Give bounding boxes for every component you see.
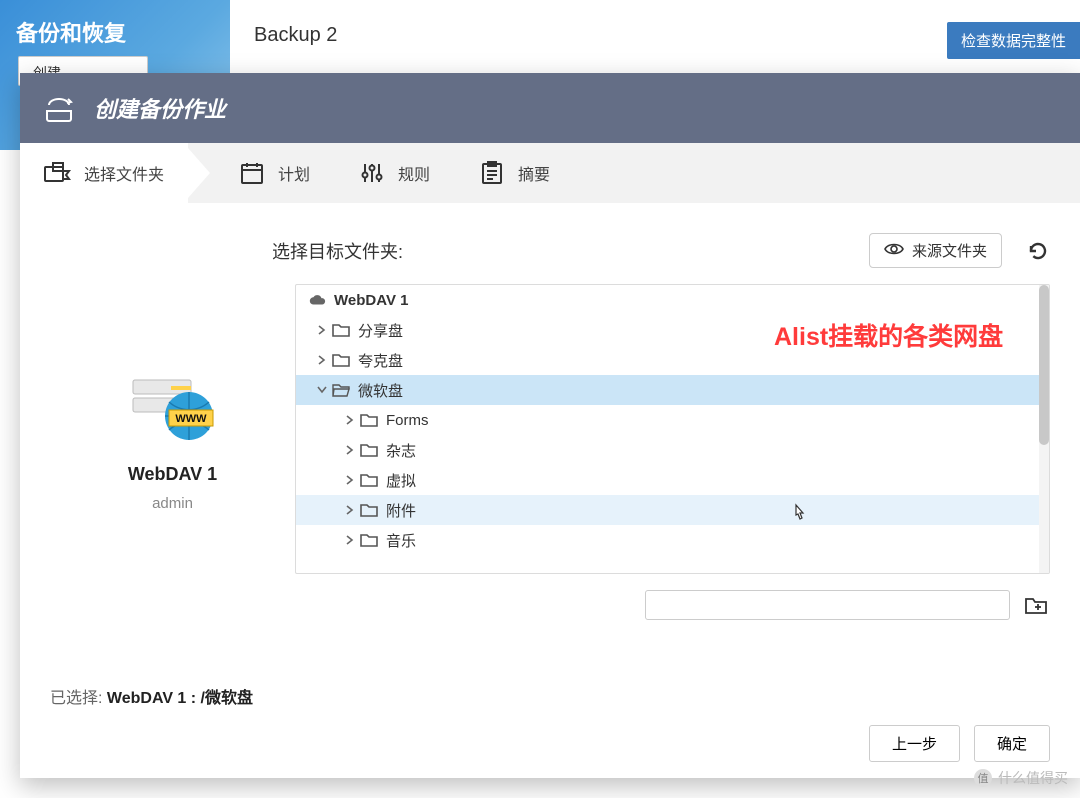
step-rules[interactable]: 规则 (334, 143, 454, 203)
step-schedule-label: 计划 (278, 161, 310, 185)
eye-icon (884, 242, 904, 260)
tree-item-label: 虚拟 (386, 470, 416, 491)
chevron-right-icon[interactable] (316, 324, 328, 336)
tree-item-label: 夸克盘 (358, 350, 403, 371)
app-title: 备份和恢复 (16, 16, 214, 48)
task-name: Backup 2 (254, 24, 1056, 47)
sliders-icon (358, 161, 386, 185)
cloud-icon (308, 291, 326, 309)
folder-open-icon (332, 381, 350, 399)
tree-item-label: 微软盘 (358, 380, 403, 401)
selected-label: 已选择: (50, 690, 107, 707)
path-row (295, 590, 1050, 628)
tree-row[interactable]: 微软盘 (296, 375, 1049, 405)
folder-icon (332, 321, 350, 339)
dialog-footer: 上一步 确定 (20, 708, 1080, 778)
tree-item-label: 附件 (386, 500, 416, 521)
path-input[interactable] (645, 590, 1010, 620)
ok-button[interactable]: 确定 (974, 725, 1050, 762)
step-folder[interactable]: 选择文件夹 (20, 143, 188, 203)
tree-row[interactable]: 附件 (296, 495, 1049, 525)
selected-path-row: 已选择: WebDAV 1 : /微软盘 (50, 684, 1050, 708)
body-content: WWW WebDAV 1 admin WebDAV 1 分享盘夸克盘微软盘 Form… (50, 284, 1050, 628)
backup-header-icon (40, 89, 78, 127)
chevron-right-icon[interactable] (316, 354, 328, 366)
scrollbar-thumb[interactable] (1039, 285, 1049, 445)
tree-row[interactable]: 虚拟 (296, 465, 1049, 495)
chevron-right-icon[interactable] (344, 474, 356, 486)
dialog-title: 创建备份作业 (94, 92, 226, 124)
body-top-row: 选择目标文件夹: 来源文件夹 (50, 233, 1050, 268)
folder-icon (360, 471, 378, 489)
source-folder-button[interactable]: 来源文件夹 (869, 233, 1002, 268)
chevron-right-icon[interactable] (344, 444, 356, 456)
chevron-right-icon[interactable] (344, 534, 356, 546)
dialog-body: 选择目标文件夹: 来源文件夹 (20, 203, 1080, 708)
check-integrity-button[interactable]: 检查数据完整性 (947, 22, 1080, 59)
wizard-steps: 选择文件夹 计划 规则 摘要 (20, 143, 1080, 203)
chevron-right-icon[interactable] (344, 504, 356, 516)
tree-item-label: 音乐 (386, 530, 416, 551)
step-rules-label: 规则 (398, 161, 430, 185)
tree-row[interactable]: 音乐 (296, 525, 1049, 555)
step-schedule[interactable]: 计划 (214, 143, 334, 203)
folder-icon (360, 531, 378, 549)
tree-wrap: WebDAV 1分享盘夸克盘微软盘Forms杂志虚拟附件音乐Alist挂载的各类… (295, 284, 1050, 628)
clipboard-icon (478, 161, 506, 185)
chevron-right-icon[interactable] (344, 414, 356, 426)
tree-item-label: 杂志 (386, 440, 416, 461)
tree-row[interactable]: 夸克盘 (296, 345, 1049, 375)
tree-item-label: Forms (386, 412, 429, 429)
step-folder-label: 选择文件夹 (84, 161, 164, 185)
folder-icon (360, 411, 378, 429)
folder-icon (360, 441, 378, 459)
dialog-header: 创建备份作业 (20, 73, 1080, 143)
new-folder-button[interactable] (1022, 591, 1050, 619)
destination-user: admin (152, 495, 193, 512)
source-folder-label: 来源文件夹 (912, 240, 987, 261)
select-target-label: 选择目标文件夹: (272, 238, 403, 264)
folder-tree[interactable]: WebDAV 1分享盘夸克盘微软盘Forms杂志虚拟附件音乐Alist挂载的各类… (295, 284, 1050, 574)
watermark: 值 什么值得买 (974, 768, 1068, 788)
folder-step-icon (44, 161, 72, 185)
create-backup-dialog: 创建备份作业 选择文件夹 计划 规则 摘要 (20, 73, 1080, 778)
tree-item-label: 分享盘 (358, 320, 403, 341)
svg-text:WWW: WWW (175, 413, 207, 425)
refresh-button[interactable] (1026, 239, 1050, 263)
tree-root-label: WebDAV 1 (334, 292, 408, 309)
destination-name: WebDAV 1 (128, 464, 217, 485)
watermark-text: 什么值得买 (998, 768, 1068, 788)
step-summary-label: 摘要 (518, 161, 550, 185)
tree-root[interactable]: WebDAV 1 (296, 285, 1049, 315)
chevron-down-icon[interactable] (316, 384, 328, 396)
prev-button[interactable]: 上一步 (869, 725, 960, 762)
calendar-icon (238, 161, 266, 185)
folder-icon (360, 501, 378, 519)
tree-row[interactable]: 杂志 (296, 435, 1049, 465)
destination-info-panel: WWW WebDAV 1 admin (50, 284, 295, 628)
step-summary[interactable]: 摘要 (454, 143, 574, 203)
tree-row[interactable]: Forms (296, 405, 1049, 435)
tree-row[interactable]: 分享盘 (296, 315, 1049, 345)
watermark-logo-icon: 值 (974, 769, 992, 787)
webdav-icon: WWW (127, 372, 219, 444)
folder-icon (332, 351, 350, 369)
selected-value: WebDAV 1 : /微软盘 (107, 690, 253, 707)
